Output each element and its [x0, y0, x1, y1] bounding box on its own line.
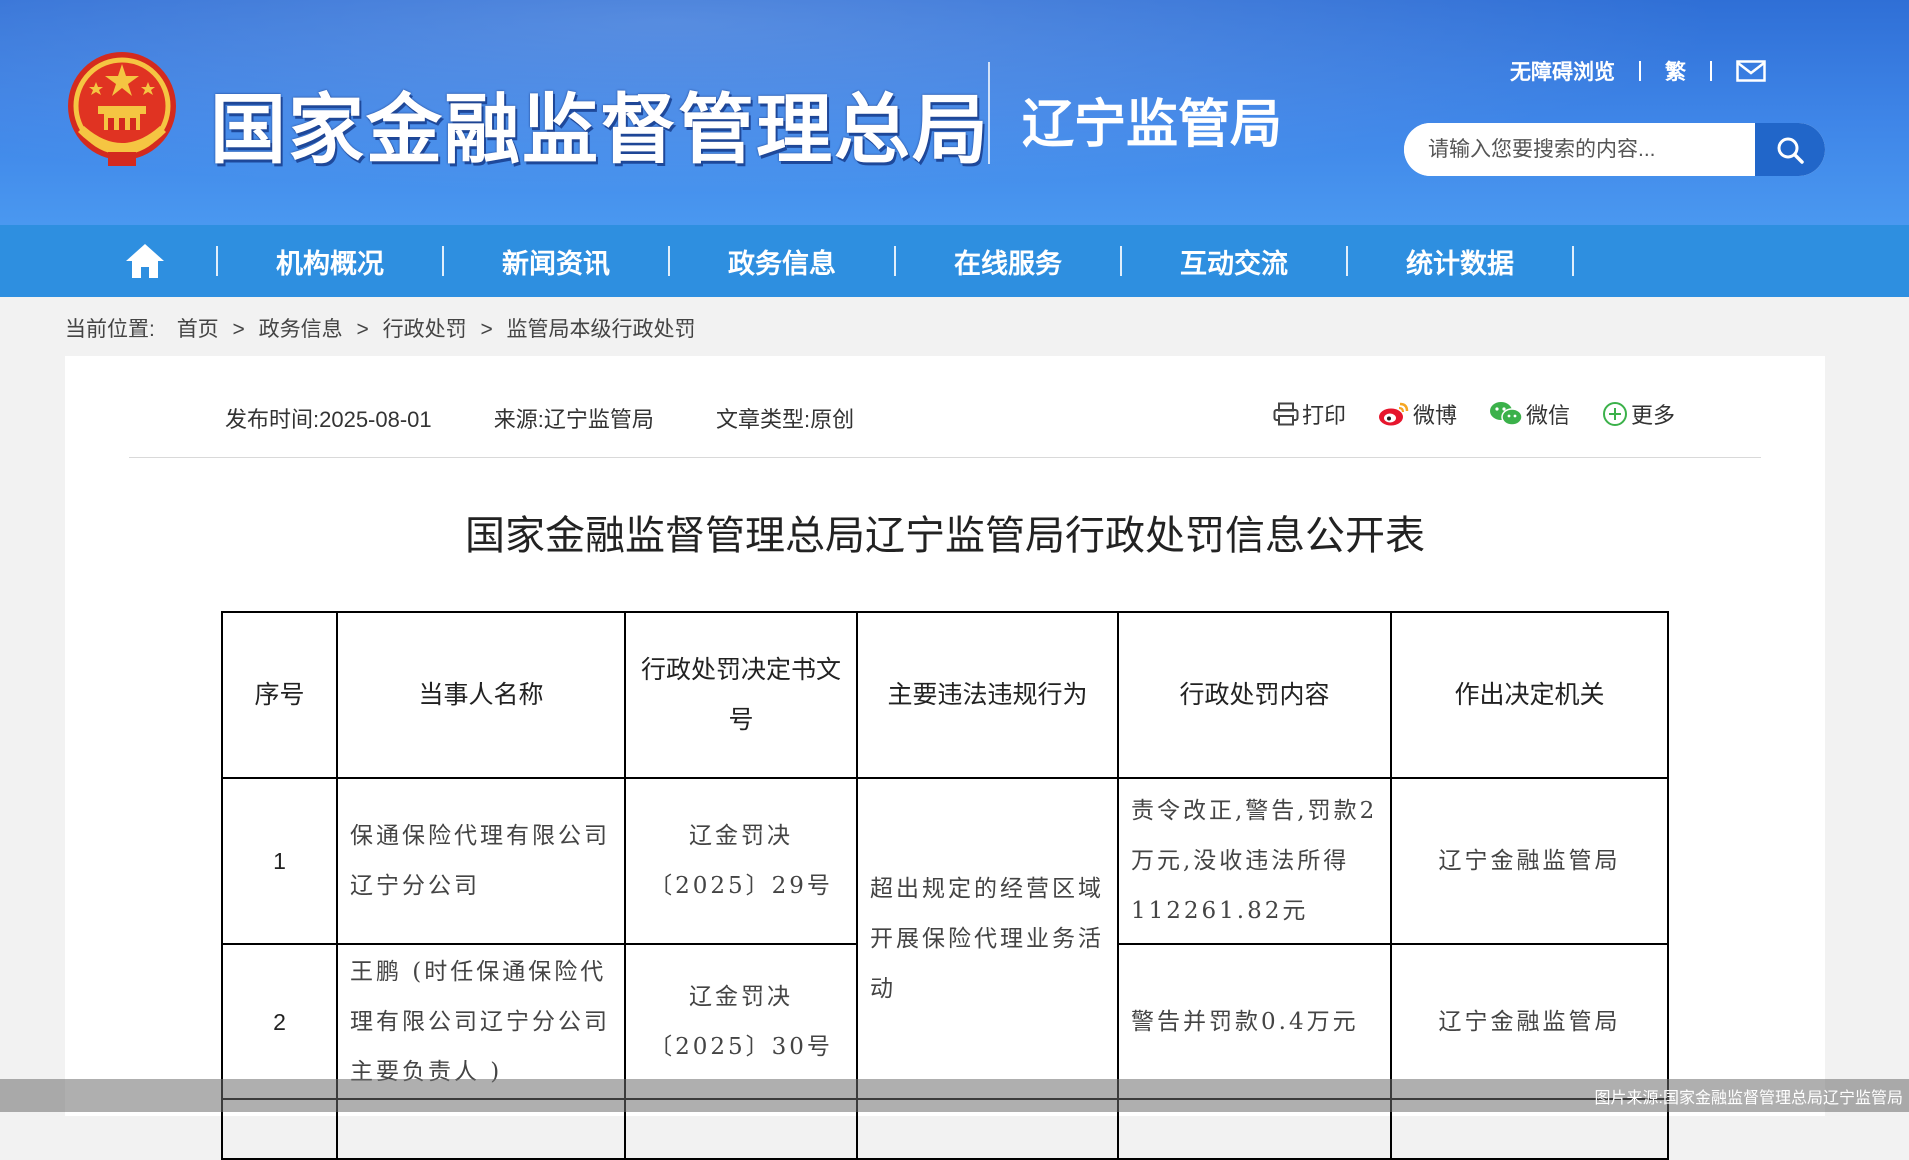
site-title: 国家金融监督管理总局 [210, 85, 990, 174]
table-row: 1 保通保险代理有限公司辽宁分公司 辽金罚决〔2025〕29号 超出规定的经营区… [221, 777, 1669, 1100]
share-bar: 打印 微博 微信 更多 [1241, 398, 1675, 430]
nav-item-interaction[interactable]: 互动交流 [1122, 242, 1346, 281]
row-authority: 辽宁金融监管局 [1390, 777, 1669, 945]
nav-item-statistics[interactable]: 统计数据 [1348, 242, 1572, 281]
sub-title: 辽宁监管局 [1022, 95, 1283, 155]
breadcrumb: 当前位置: 首页 > 政务信息 > 行政处罚 > 监管局本级行政处罚 [65, 313, 696, 343]
breadcrumb-penalty[interactable]: 行政处罚 [383, 318, 467, 341]
nav-item-government-info[interactable]: 政务信息 [670, 242, 894, 281]
header-divider [988, 62, 990, 164]
row-party: 保通保险代理有限公司辽宁分公司 [336, 777, 626, 945]
plus-circle-icon [1602, 402, 1627, 426]
search-box [1404, 123, 1825, 176]
top-links: 无障碍浏览 繁 [1510, 56, 1766, 86]
row-document-number: 辽金罚决〔2025〕29号 [624, 777, 858, 945]
header-party: 当事人名称 [336, 611, 626, 779]
meta-divider [129, 457, 1761, 458]
weibo-label: 微博 [1412, 403, 1457, 428]
print-button[interactable]: 打印 [1273, 398, 1346, 430]
row-party: 王鹏 (时任保通保险代理有限公司辽宁分公司主要负责人 ) [336, 943, 626, 1100]
header-penalty: 行政处罚内容 [1117, 611, 1392, 779]
more-share-button[interactable]: 更多 [1602, 398, 1675, 430]
breadcrumb-label: 当前位置: [65, 318, 155, 341]
row-document-number: 辽金罚决〔2025〕30号 [624, 943, 858, 1100]
header-document-number: 行政处罚决定书文号 [624, 611, 858, 779]
top-link-separator [1710, 61, 1712, 81]
header-serial: 序号 [221, 611, 338, 779]
search-icon [1777, 137, 1804, 164]
search-button[interactable] [1755, 123, 1825, 176]
site-header: 国家金融监督管理总局 辽宁监管局 无障碍浏览 繁 [0, 0, 1909, 225]
breadcrumb-separator: > [356, 318, 369, 341]
wechat-label: 微信 [1525, 403, 1570, 428]
mail-icon[interactable] [1736, 60, 1766, 82]
nav-item-institution[interactable]: 机构概况 [218, 242, 442, 281]
header-violation: 主要违法违规行为 [856, 611, 1119, 779]
top-link-separator [1639, 61, 1641, 81]
printer-icon [1273, 402, 1299, 426]
national-emblem-logo [68, 52, 176, 166]
nav-separator [1572, 246, 1574, 276]
print-label: 打印 [1301, 403, 1346, 428]
breadcrumb-separator: > [232, 318, 245, 341]
wechat-share-button[interactable]: 微信 [1489, 398, 1570, 430]
main-nav: 机构概况 新闻资讯 政务信息 在线服务 互动交流 统计数据 [0, 225, 1909, 297]
breadcrumb-home[interactable]: 首页 [177, 318, 219, 341]
more-label: 更多 [1630, 403, 1675, 428]
traditional-chinese-link[interactable]: 繁 [1665, 56, 1686, 86]
row-penalty: 警告并罚款0.4万元 [1117, 943, 1392, 1100]
home-icon-graphic [126, 244, 164, 278]
home-icon[interactable] [122, 241, 168, 281]
article-container: 发布时间:2025-08-01 来源:辽宁监管局 文章类型:原创 打印 微博 微… [65, 356, 1825, 1160]
table-header-row: 序号 当事人名称 行政处罚决定书文号 主要违法违规行为 行政处罚内容 作出决定机… [221, 611, 1669, 779]
weibo-share-button[interactable]: 微博 [1378, 398, 1457, 430]
article-meta: 发布时间:2025-08-01 来源:辽宁监管局 文章类型:原创 [225, 402, 854, 434]
breadcrumb-government-info[interactable]: 政务信息 [259, 318, 343, 341]
search-input[interactable] [1404, 123, 1756, 176]
row-penalty: 责令改正,警告,罚款2万元,没收违法所得112261.82元 [1117, 777, 1392, 945]
breadcrumb-separator: > [480, 318, 493, 341]
row-serial: 2 [221, 943, 338, 1100]
nav-item-news[interactable]: 新闻资讯 [444, 242, 668, 281]
article-source: 来源:辽宁监管局 [493, 407, 654, 432]
image-source-watermark: 图片来源:国家金融监督管理总局辽宁监管局 [1594, 1090, 1903, 1107]
publish-time: 发布时间:2025-08-01 [225, 407, 432, 432]
breadcrumb-current[interactable]: 监管局本级行政处罚 [507, 318, 696, 341]
weibo-icon [1378, 402, 1409, 426]
nav-item-online-services[interactable]: 在线服务 [896, 242, 1120, 281]
penalty-table: 序号 当事人名称 行政处罚决定书文号 主要违法违规行为 行政处罚内容 作出决定机… [221, 611, 1669, 1160]
row-violation: 超出规定的经营区域开展保险代理业务活动 [856, 777, 1119, 1100]
header-authority: 作出决定机关 [1390, 611, 1669, 779]
row-authority: 辽宁金融监管局 [1390, 943, 1669, 1100]
row-serial: 1 [221, 777, 338, 945]
accessibility-link[interactable]: 无障碍浏览 [1510, 56, 1615, 86]
wechat-icon [1489, 402, 1523, 426]
article-type: 文章类型:原创 [716, 407, 855, 432]
document-title: 国家金融监督管理总局辽宁监管局行政处罚信息公开表 [465, 513, 1425, 559]
